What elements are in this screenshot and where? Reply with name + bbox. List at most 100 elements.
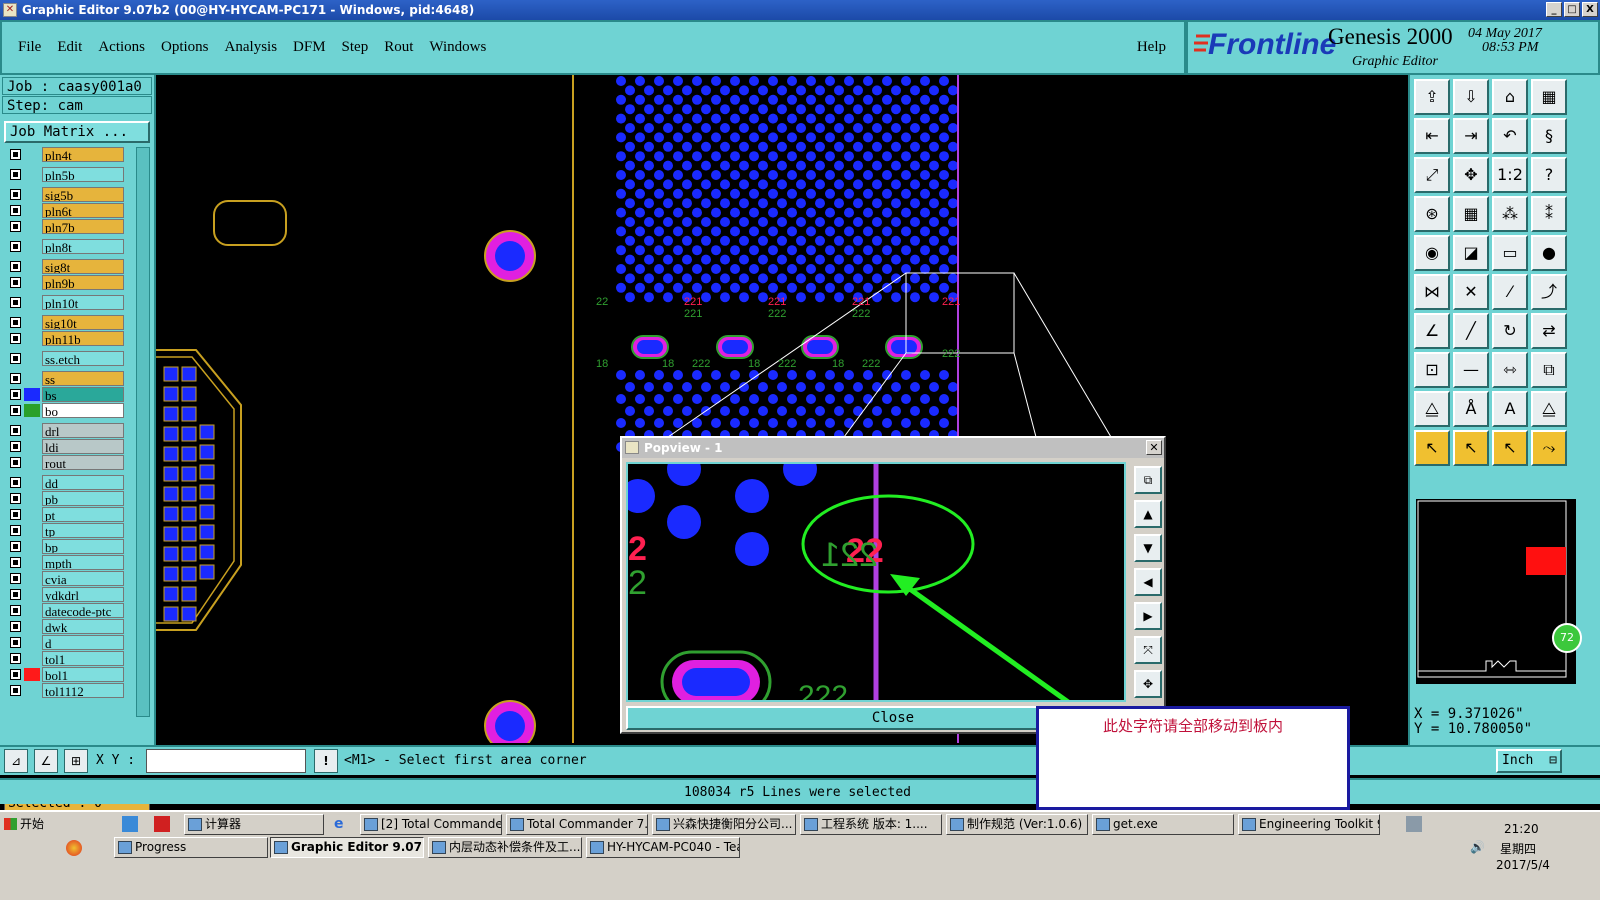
layer-row-pln7b[interactable]: pln7b — [4, 219, 134, 234]
layer-row-tol1[interactable]: tol1 — [4, 651, 134, 666]
display-icon[interactable]: ◉ — [1414, 235, 1450, 271]
layer-row-dwk[interactable]: dwk — [4, 619, 134, 634]
taskbar-item[interactable]: Graphic Editor 9.07b2 ... — [270, 837, 424, 858]
layer-checkbox[interactable] — [10, 353, 21, 364]
layer-name[interactable]: mpth — [42, 555, 124, 570]
scale-ratio-icon[interactable]: 1:2 — [1492, 157, 1528, 193]
layer-row-tp[interactable]: tp — [4, 523, 134, 538]
tray-volume-icon[interactable]: 🔊 — [1470, 840, 1485, 854]
layer-checkbox[interactable] — [10, 241, 21, 252]
minimap-badge[interactable]: 72 — [1552, 623, 1582, 653]
taskbar-item[interactable]: 工程系统 版本: 1.... — [800, 814, 942, 835]
layer-name[interactable]: d — [42, 635, 124, 650]
outline-icon[interactable]: ◪ — [1453, 235, 1489, 271]
layer-row-bol1[interactable]: #ff1a1abol1 — [4, 667, 134, 682]
layer-checkbox[interactable] — [10, 333, 21, 344]
taskbar-item[interactable]: 兴森快捷衡阳分公司... — [652, 814, 796, 835]
tray-network-icon[interactable] — [1406, 816, 1422, 832]
grid-icon[interactable]: ▦ — [1453, 196, 1489, 232]
taskbar-item[interactable]: 内层动态补偿条件及工... — [428, 837, 582, 858]
snap-icon[interactable]: ⊿ — [4, 749, 28, 773]
layer-checkbox[interactable] — [10, 637, 21, 648]
layer-checkbox[interactable] — [10, 405, 21, 416]
layer-checkbox[interactable] — [10, 205, 21, 216]
ie-icon[interactable]: e — [334, 816, 350, 832]
layer-name[interactable]: tp — [42, 523, 124, 538]
layer-row-sig8t[interactable]: sig8t — [4, 259, 134, 274]
minimize-button[interactable]: _ — [1546, 2, 1562, 17]
layer-name[interactable]: sig5b — [42, 187, 124, 202]
taskbar-item[interactable]: [2] Total Commander ... — [360, 814, 502, 835]
overview-map[interactable]: 72 — [1416, 499, 1582, 684]
measure-net-icon[interactable]: ⁂ — [1492, 196, 1528, 232]
layer-name[interactable]: ss.etch — [42, 351, 124, 366]
arc-icon[interactable]: ⤴ — [1531, 274, 1567, 310]
resize-icon[interactable]: ⇿ — [1492, 352, 1528, 388]
layer-checkbox[interactable] — [10, 221, 21, 232]
popview-pan-right-icon[interactable]: ▶ — [1134, 602, 1162, 630]
layer-checkbox[interactable] — [10, 493, 21, 504]
layer-checkbox[interactable] — [10, 149, 21, 160]
layer-row-pb[interactable]: pb — [4, 491, 134, 506]
layer-name[interactable]: bs — [42, 387, 124, 402]
letter-a-icon[interactable]: A — [1492, 391, 1528, 427]
popview-close-icon[interactable]: ✕ — [1146, 440, 1162, 455]
layer-name[interactable]: sig10t — [42, 315, 124, 330]
layer-name[interactable]: tol1 — [42, 651, 124, 666]
zoom-fit-icon[interactable]: ✥ — [1453, 157, 1489, 193]
triangle-a-icon[interactable]: ⧋ — [1414, 391, 1450, 427]
layer-row-pln8t[interactable]: pln8t — [4, 239, 134, 254]
fit-screen-icon[interactable]: ⤢ — [1414, 157, 1450, 193]
layer-checkbox[interactable] — [10, 509, 21, 520]
pan-right-icon[interactable]: ⇥ — [1453, 118, 1489, 154]
layer-name[interactable]: pb — [42, 491, 124, 506]
taskbar-item[interactable]: get.exe — [1092, 814, 1234, 835]
layer-name[interactable]: ydkdrl — [42, 587, 124, 602]
layer-name[interactable]: pln6t — [42, 203, 124, 218]
taskbar-item[interactable]: 计算器 — [184, 814, 324, 835]
layer-row-cvia[interactable]: cvia — [4, 571, 134, 586]
layer-row-pln6t[interactable]: pln6t — [4, 203, 134, 218]
mirror-icon[interactable]: ⇄ — [1531, 313, 1567, 349]
layer-row-pln9b[interactable]: pln9b — [4, 275, 134, 290]
layer-name[interactable]: pln9b — [42, 275, 124, 290]
layer-row-sig10t[interactable]: sig10t — [4, 315, 134, 330]
layer-row-bs[interactable]: #1a2affbs — [4, 387, 134, 402]
layer-name[interactable]: ldi — [42, 439, 124, 454]
layer-row-dd[interactable]: dd — [4, 475, 134, 490]
layer-checkbox[interactable] — [10, 425, 21, 436]
help-query-icon[interactable]: ? — [1531, 157, 1567, 193]
layer-row-datecode-ptc[interactable]: datecode-ptc — [4, 603, 134, 618]
menu-file[interactable]: File — [18, 39, 41, 56]
layer-nets-icon[interactable]: ⁑ — [1531, 196, 1567, 232]
layer-row-d[interactable]: d — [4, 635, 134, 650]
grid-icon[interactable]: ⊞ — [64, 749, 88, 773]
delete-icon[interactable]: ✕ — [1453, 274, 1489, 310]
menu-rout[interactable]: Rout — [384, 39, 413, 56]
minus-icon[interactable]: — — [1453, 352, 1489, 388]
maximize-button[interactable]: □ — [1564, 2, 1580, 17]
home-icon[interactable]: ⌂ — [1492, 79, 1528, 115]
pdf-icon[interactable] — [154, 816, 170, 832]
layer-name[interactable]: dwk — [42, 619, 124, 634]
layer-row-tol1112[interactable]: tol1112 — [4, 683, 134, 698]
layer-checkbox[interactable] — [10, 573, 21, 584]
layer-checkbox[interactable] — [10, 373, 21, 384]
angle-line-icon[interactable]: ∠ — [1414, 313, 1450, 349]
taskbar-item[interactable]: Engineering Toolkit 9.... — [1238, 814, 1380, 835]
layer-checkbox[interactable] — [10, 189, 21, 200]
text-a-icon[interactable]: ⧋ — [1531, 391, 1567, 427]
layer-name[interactable]: datecode-ptc — [42, 603, 124, 618]
ruler-icon[interactable]: ▭ — [1492, 235, 1528, 271]
layer-name[interactable]: pln7b — [42, 219, 124, 234]
xy-input[interactable] — [146, 749, 306, 773]
pan-left-icon[interactable]: ⇤ — [1414, 118, 1450, 154]
measure-icon[interactable]: ∠ — [34, 749, 58, 773]
layer-name[interactable]: bp — [42, 539, 124, 554]
select-icon[interactable]: ↖ — [1414, 430, 1450, 466]
pad-add-icon[interactable]: ⊡ — [1414, 352, 1450, 388]
layer-checkbox[interactable] — [10, 525, 21, 536]
select-route-icon[interactable]: ⤳ — [1531, 430, 1567, 466]
layer-row-bo[interactable]: #2aa02abo — [4, 403, 134, 418]
layer-checkbox[interactable] — [10, 621, 21, 632]
